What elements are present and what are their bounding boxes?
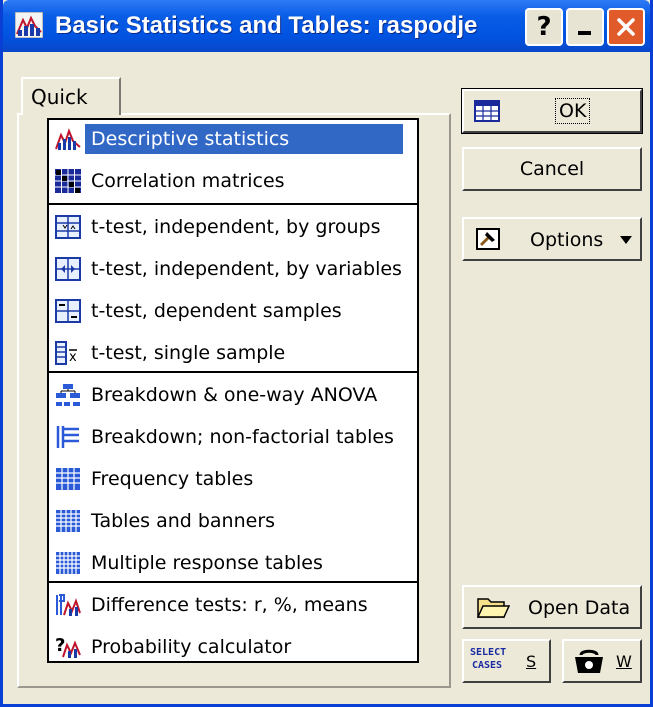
list-separator xyxy=(49,581,417,583)
weight-button[interactable]: W xyxy=(562,639,642,683)
correlation-matrix-icon xyxy=(55,169,81,193)
descriptive-stats-icon xyxy=(55,128,81,150)
list-item-tables-banners[interactable]: Tables and banners xyxy=(49,502,417,540)
list-item-probability-calculator[interactable]: ? Probability calculator xyxy=(49,628,417,666)
list-item-ttest-dependent[interactable]: t-test, dependent samples xyxy=(49,292,417,330)
list-item-ttest-single[interactable]: x t-test, single sample xyxy=(49,334,417,372)
minimize-button[interactable] xyxy=(566,8,604,46)
list-item-frequency-tables[interactable]: Frequency tables xyxy=(49,460,417,498)
minimize-icon xyxy=(578,31,591,35)
chevron-down-icon xyxy=(620,236,632,244)
cancel-button[interactable]: Cancel xyxy=(462,147,642,191)
help-icon: ? xyxy=(536,12,552,42)
analysis-list[interactable]: Descriptive statistics Correlation matri… xyxy=(47,118,419,663)
breakdown-anova-icon xyxy=(56,384,80,406)
list-item-difference-tests[interactable]: Difference tests: r, %, means xyxy=(49,586,417,624)
list-item-breakdown-anova[interactable]: Breakdown & one-way ANOVA xyxy=(49,376,417,414)
list-separator xyxy=(49,371,417,373)
close-button[interactable] xyxy=(607,8,645,46)
help-button[interactable]: ? xyxy=(525,8,563,46)
tab-quick[interactable]: Quick xyxy=(21,77,121,115)
options-button[interactable]: Options xyxy=(462,217,642,261)
list-item-multiple-response[interactable]: Multiple response tables xyxy=(49,544,417,582)
list-item-ttest-groups[interactable]: t-test, independent, by groups xyxy=(49,208,417,246)
select-cases-button[interactable]: SELECT CASES S xyxy=(462,639,551,683)
ok-button[interactable]: OK xyxy=(461,88,643,134)
select-cases-icon: SELECT CASES xyxy=(470,647,507,671)
frequency-table-icon xyxy=(56,468,80,490)
ttest-dependent-icon xyxy=(55,299,81,323)
dialog-window: Basic Statistics and Tables: raspodje ? … xyxy=(0,0,653,707)
ttest-single-icon: x xyxy=(55,341,77,365)
list-item-ttest-variables[interactable]: t-test, independent, by variables xyxy=(49,250,417,288)
svg-text:x: x xyxy=(69,350,77,365)
list-separator xyxy=(49,203,417,205)
tables-banners-icon xyxy=(56,510,80,532)
ttest-groups-icon xyxy=(55,215,81,239)
list-item-breakdown-nonfactorial[interactable]: Breakdown; non-factorial tables xyxy=(49,418,417,456)
hammer-icon xyxy=(476,228,500,250)
title-bar[interactable]: Basic Statistics and Tables: raspodje ? xyxy=(3,0,650,52)
list-item-descriptive-statistics[interactable]: Descriptive statistics xyxy=(49,120,417,158)
ttest-variables-icon xyxy=(55,257,81,281)
multiple-response-icon xyxy=(56,552,80,574)
folder-open-icon xyxy=(476,598,510,618)
app-icon xyxy=(15,12,43,38)
window-title: Basic Statistics and Tables: raspodje xyxy=(55,12,478,39)
weight-icon xyxy=(575,649,603,673)
open-data-button[interactable]: Open Data xyxy=(462,585,642,629)
probability-calculator-icon: ? xyxy=(55,635,81,658)
breakdown-nonfactorial-icon xyxy=(56,426,79,448)
close-icon xyxy=(617,18,635,36)
list-item-correlation-matrices[interactable]: Correlation matrices xyxy=(49,162,417,200)
spreadsheet-icon xyxy=(474,100,500,122)
difference-tests-icon xyxy=(56,594,81,616)
